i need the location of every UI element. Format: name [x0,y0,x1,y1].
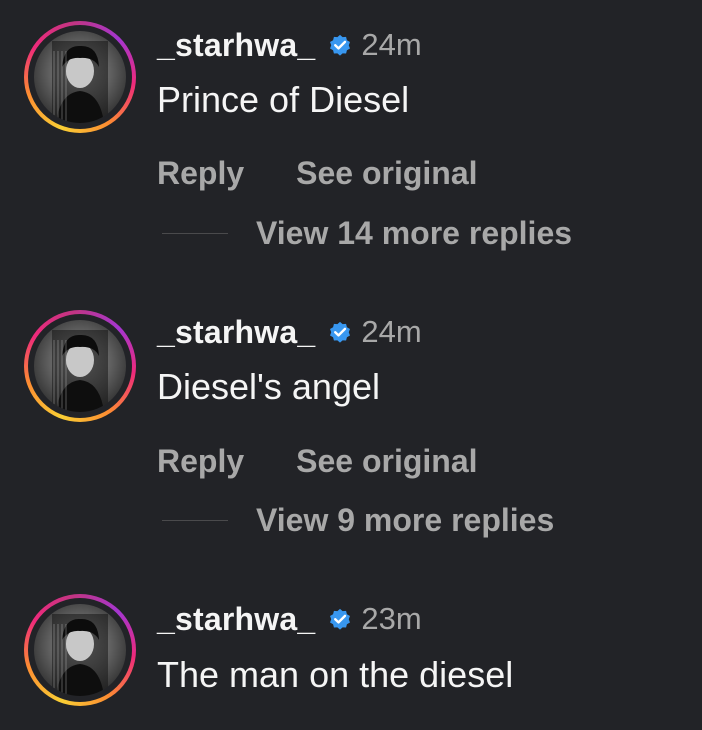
see-original-button[interactable]: See original [296,155,477,192]
avatar-photo [34,604,126,696]
timestamp: 24m [361,314,422,349]
view-more-replies-button[interactable]: View 9 more replies [162,500,554,540]
username[interactable]: _starhwa_ [157,27,315,64]
timestamp: 23m [361,601,422,636]
comment-text: Prince of Diesel [157,79,410,120]
verified-badge-icon [330,321,351,343]
timestamp: 24m [361,27,422,62]
comment-text: Diesel's angel [157,366,380,407]
comment-text: The man on the diesel [157,654,514,695]
comment-actions: Reply See original [157,441,478,481]
divider-line [162,519,228,521]
comment-header: _starhwa_ 24m [157,312,422,352]
avatar-photo [34,31,126,123]
reply-button[interactable]: Reply [157,443,244,480]
username[interactable]: _starhwa_ [157,314,315,351]
divider-line [162,232,228,234]
avatar[interactable] [24,594,136,706]
view-more-replies-label: View 9 more replies [256,501,555,538]
view-more-replies-label: View 14 more replies [256,214,573,251]
comment-actions: Reply See original [157,153,478,193]
see-original-button[interactable]: See original [296,443,477,480]
comment-header: _starhwa_ 24m [157,25,422,65]
avatar[interactable] [24,21,136,133]
avatar[interactable] [24,310,136,422]
username[interactable]: _starhwa_ [157,601,315,638]
verified-badge-icon [330,608,351,630]
verified-badge-icon [330,34,351,56]
avatar-photo [34,320,126,412]
view-more-replies-button[interactable]: View 14 more replies [162,213,572,253]
comment-header: _starhwa_ 23m [157,599,422,639]
reply-button[interactable]: Reply [157,155,244,192]
